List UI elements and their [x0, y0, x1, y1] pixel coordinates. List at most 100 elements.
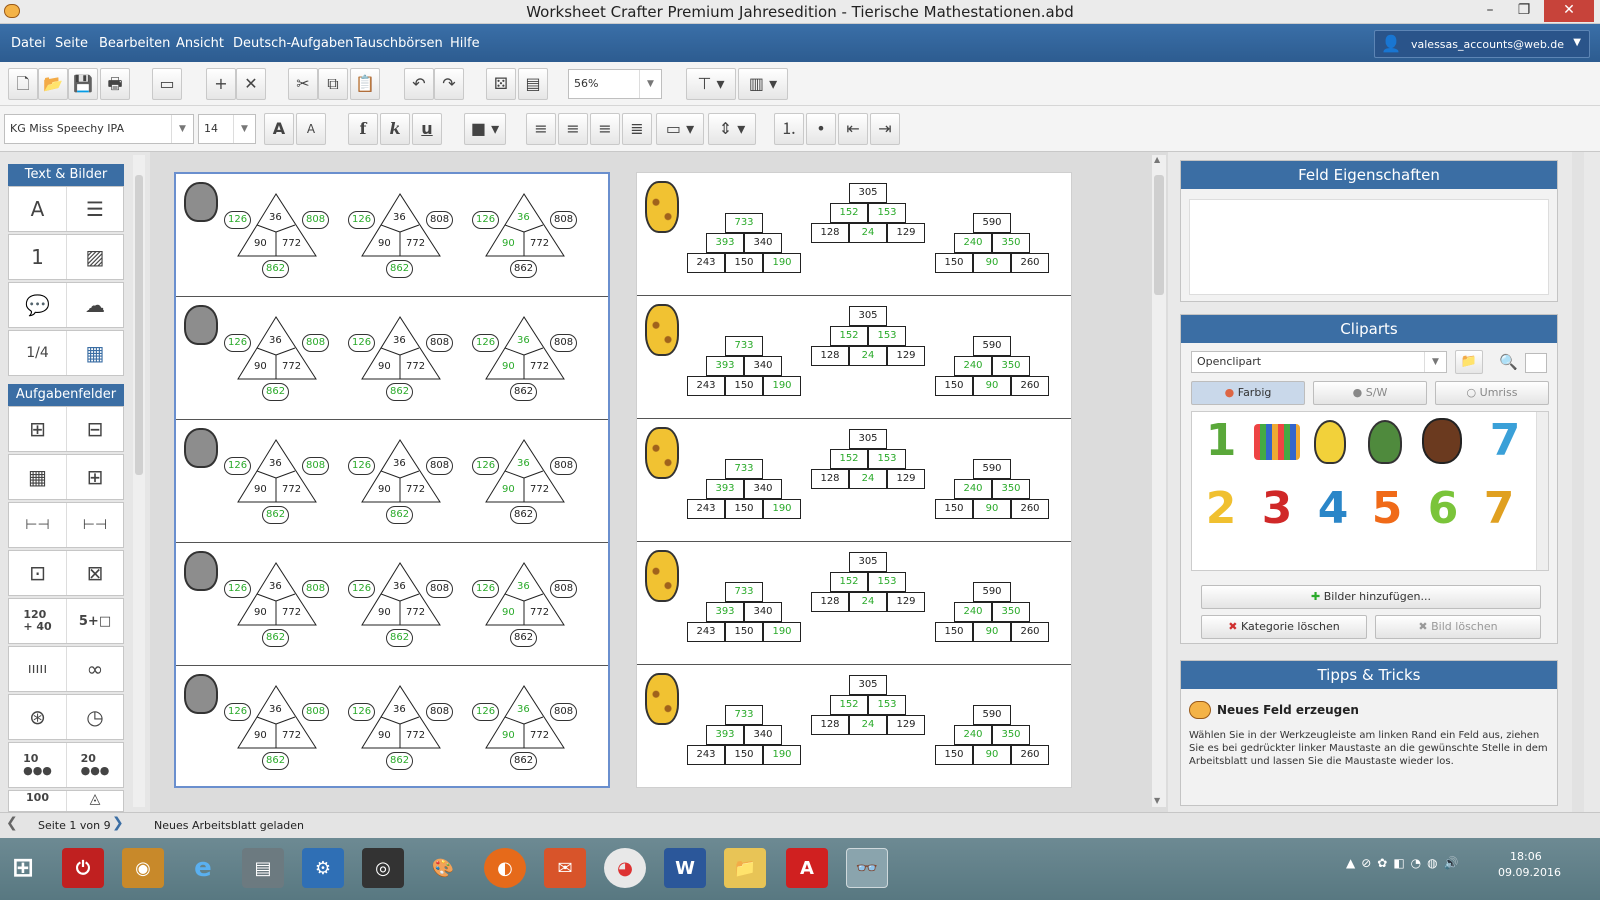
triangle-sum-oval[interactable]: 862	[510, 383, 538, 401]
triangle-sum-oval[interactable]: 862	[262, 506, 290, 524]
justify-icon[interactable]: ≣	[622, 113, 652, 145]
triangle-right-oval[interactable]: 808	[550, 703, 578, 721]
number-pyramid[interactable]: 590 240 350 150 90 260	[935, 705, 1051, 795]
number-triangle[interactable]: 36 90 772 126 808 862	[472, 420, 592, 543]
triangle-left-oval[interactable]: 126	[472, 211, 500, 229]
triangle-right-oval[interactable]: 808	[426, 457, 454, 475]
triangle-sum-oval[interactable]: 862	[386, 260, 414, 278]
pyramid-top-cell[interactable]: 590	[973, 705, 1011, 725]
pyramid-mid-cell[interactable]: 240	[954, 356, 992, 376]
pyramid-bottom-cell[interactable]: 150	[935, 745, 973, 765]
maximize-button[interactable]: ❐	[1508, 0, 1540, 22]
cut-icon[interactable]: ✂	[288, 68, 318, 100]
hundred-grid-tool[interactable]: ▦	[9, 455, 66, 499]
menu-ansicht[interactable]: Ansicht	[176, 36, 224, 51]
number-triangle[interactable]: 36 90 772 126 808 862	[224, 174, 344, 297]
pyramid-bottom-cell[interactable]: 190	[763, 499, 801, 519]
tab-sw[interactable]: ● S/W	[1313, 381, 1427, 405]
pyramid-mid-cell[interactable]: 340	[744, 479, 782, 499]
line-spacing-icon[interactable]: ⇕ ▾	[708, 113, 756, 145]
text-box-icon[interactable]: ▭ ▾	[656, 113, 704, 145]
triangle-right-oval[interactable]: 808	[550, 457, 578, 475]
pyramid-bottom-cell[interactable]: 129	[887, 715, 925, 735]
triangle-left-oval[interactable]: 126	[224, 334, 252, 352]
pyramid-bottom-cell[interactable]: 150	[935, 499, 973, 519]
pyramid-bottom-cell[interactable]: 243	[687, 622, 725, 642]
pyramid-mid-cell[interactable]: 240	[954, 602, 992, 622]
pyramid-top-cell[interactable]: 305	[849, 429, 887, 449]
add-page-icon[interactable]: +	[206, 68, 236, 100]
pyramid-mid-cell[interactable]: 153	[868, 326, 906, 346]
triangle-right-oval[interactable]: 808	[426, 703, 454, 721]
delete-page-icon[interactable]: ✕	[236, 68, 266, 100]
equation-tool[interactable]: 5+□	[66, 599, 123, 643]
solution-icon[interactable]: ▤	[518, 68, 548, 100]
dartboard-tool[interactable]: ⊛	[9, 695, 66, 739]
number-triangle[interactable]: 36 90 772 126 808 862	[224, 666, 344, 789]
pyramid-top-cell[interactable]: 590	[973, 213, 1011, 233]
align-left-icon[interactable]: ≡	[526, 113, 556, 145]
triangle-right-oval[interactable]: 808	[550, 334, 578, 352]
triangle-right-oval[interactable]: 808	[550, 580, 578, 598]
explorer-icon[interactable]: 📁	[724, 848, 766, 888]
worksheet-page-2[interactable]: 733 393 340 243 150 190 305 152 153 128 24 129 590 24…	[636, 172, 1072, 788]
triangle-right-oval[interactable]: 808	[426, 580, 454, 598]
scrollbar-thumb[interactable]	[135, 175, 143, 475]
number-pyramid[interactable]: 590 240 350 150 90 260	[935, 459, 1051, 549]
ten-field-tool[interactable]: 10 ●●●	[9, 743, 66, 787]
triangle-right-oval[interactable]: 808	[302, 334, 330, 352]
number-triangle[interactable]: 36 90 772 126 808 862	[472, 174, 592, 297]
pyramid-bottom-cell[interactable]: 190	[763, 622, 801, 642]
pdf-icon[interactable]: A	[786, 848, 828, 888]
number-triangle[interactable]: 36 90 772 126 808 862	[224, 543, 344, 666]
clipart-source-select[interactable]: Openclipart ▼	[1191, 351, 1447, 373]
account-dropdown[interactable]: 👤 valessas_accounts@web.de ▼	[1374, 30, 1590, 58]
bullet-list-icon[interactable]: •	[806, 113, 836, 145]
delete-category-button[interactable]: ✖ Kategorie löschen	[1201, 615, 1367, 639]
geometry-tool[interactable]: ◬	[66, 791, 123, 811]
align-top-icon[interactable]: ⊤ ▾	[686, 68, 736, 100]
number-triangle[interactable]: 36 90 772 126 808 862	[348, 543, 468, 666]
pyramid-mid-cell[interactable]: 152	[830, 203, 868, 223]
pyramid-bottom-cell[interactable]: 24	[849, 592, 887, 612]
pyramid-bottom-cell[interactable]: 243	[687, 376, 725, 396]
text-color-icon[interactable]: ■ ▾	[464, 113, 506, 145]
triangle-left-oval[interactable]: 126	[348, 457, 376, 475]
new-file-icon[interactable]: 🗋	[8, 68, 38, 100]
open-folder-icon[interactable]: 📂	[38, 68, 68, 100]
triangle-right-oval[interactable]: 808	[302, 703, 330, 721]
pyramid-bottom-cell[interactable]: 150	[935, 622, 973, 642]
number-triangle[interactable]: 36 90 772 126 808 862	[472, 543, 592, 666]
number-pyramid[interactable]: 733 393 340 243 150 190	[687, 705, 803, 795]
pyramid-top-cell[interactable]: 733	[725, 459, 763, 479]
pyramid-bottom-cell[interactable]: 90	[973, 253, 1011, 273]
underline-button[interactable]: u	[412, 113, 442, 145]
clipart-number-7[interactable]: 7	[1482, 414, 1528, 468]
triangle-left-oval[interactable]: 126	[224, 580, 252, 598]
pyramid-bottom-cell[interactable]: 260	[1011, 622, 1049, 642]
pyramid-mid-cell[interactable]: 152	[830, 326, 868, 346]
clipart-number-5[interactable]: 5	[1364, 482, 1410, 536]
clipart-number-3[interactable]: 3	[1254, 482, 1300, 536]
triangle-left-oval[interactable]: 126	[472, 457, 500, 475]
pyramid-top-cell[interactable]: 305	[849, 306, 887, 326]
pyramid-bottom-cell[interactable]: 90	[973, 499, 1011, 519]
pyramid-bottom-cell[interactable]: 129	[887, 223, 925, 243]
media-icon[interactable]: ◎	[362, 848, 404, 888]
triangle-sum-oval[interactable]: 862	[262, 629, 290, 647]
pyramid-bottom-cell[interactable]: 24	[849, 715, 887, 735]
number-pyramid[interactable]: 733 393 340 243 150 190	[687, 582, 803, 672]
clipart-chick[interactable]	[1314, 420, 1346, 464]
search-input[interactable]	[1525, 353, 1547, 373]
twenty-field-tool[interactable]: 20 ●●●	[66, 743, 123, 787]
triangle-sum-oval[interactable]: 862	[510, 506, 538, 524]
triangle-left-oval[interactable]: 126	[224, 457, 252, 475]
pyramid-bottom-cell[interactable]: 150	[725, 376, 763, 396]
fraction-tool[interactable]: 1/4	[9, 331, 66, 375]
pyramid-mid-cell[interactable]: 153	[868, 203, 906, 223]
triangle-right-oval[interactable]: 808	[302, 211, 330, 229]
outdent-icon[interactable]: ⇤	[838, 113, 868, 145]
scroll-up-icon[interactable]: ▲	[1154, 155, 1160, 164]
font-size-select[interactable]: 14 ▼	[198, 114, 256, 144]
undo-icon[interactable]: ↶	[404, 68, 434, 100]
